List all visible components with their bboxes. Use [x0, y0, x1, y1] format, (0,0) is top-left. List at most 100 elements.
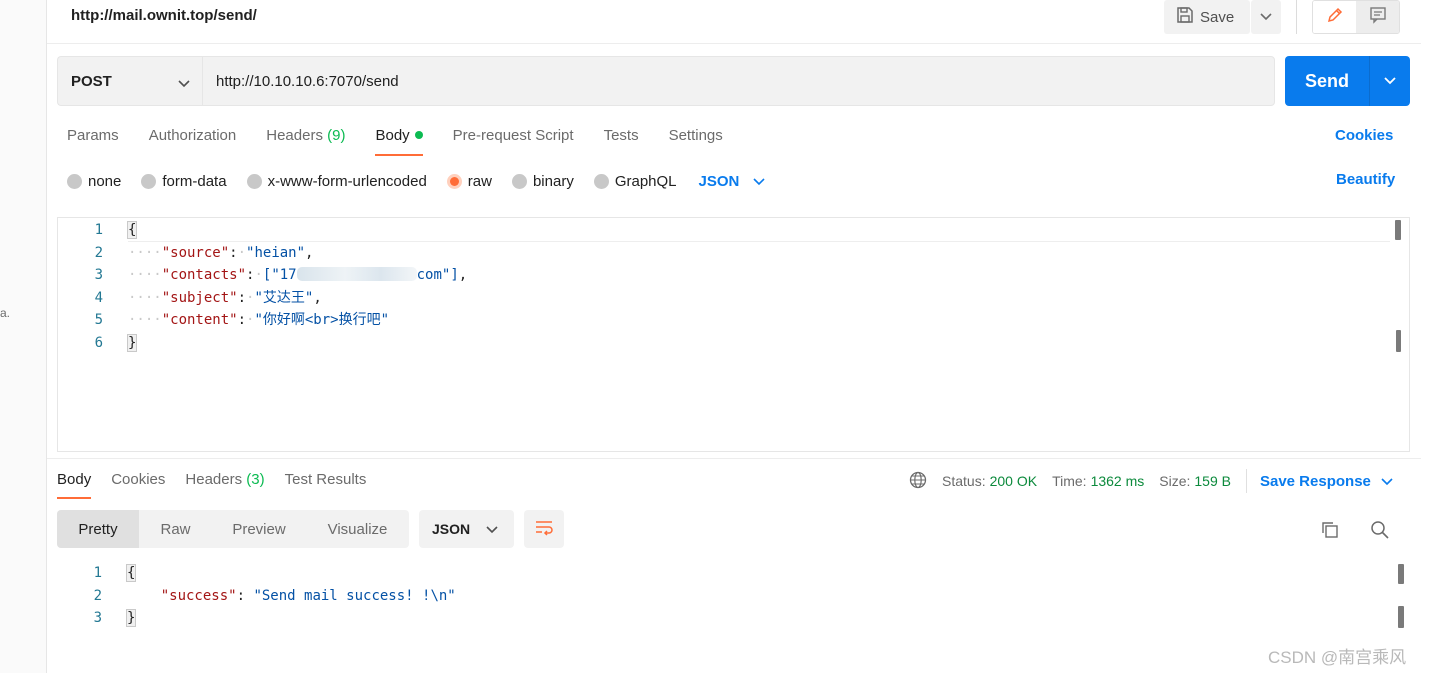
radio-label: x-www-form-urlencoded — [267, 172, 427, 190]
json-key: "content" — [161, 312, 238, 329]
comments-button[interactable] — [1356, 1, 1399, 33]
wrap-lines-button[interactable] — [524, 510, 564, 548]
radio-icon — [141, 173, 157, 189]
method-label: POST — [71, 72, 112, 90]
line-number: 3 — [94, 267, 103, 284]
tab-settings[interactable]: Settings — [669, 124, 723, 156]
response-tab-cookies[interactable]: Cookies — [111, 468, 165, 499]
size-label: Size: — [1159, 473, 1191, 489]
method-select[interactable]: POST — [57, 56, 202, 106]
response-language-select[interactable]: JSON — [419, 510, 514, 548]
save-options-button[interactable] — [1251, 0, 1281, 34]
tab-label: Body — [57, 471, 92, 488]
code-line: 2 ····"source":·"heian", — [58, 242, 1388, 265]
save-button[interactable]: Save — [1164, 0, 1250, 34]
tab-tests[interactable]: Tests — [604, 124, 639, 156]
view-preview[interactable]: Preview — [212, 510, 306, 548]
save-response-button[interactable]: Save Response — [1260, 473, 1393, 490]
json-value: "艾达王" — [254, 289, 314, 306]
tab-label: Settings — [668, 127, 723, 144]
comment-icon — [1369, 6, 1387, 29]
code-token: } — [125, 609, 137, 628]
save-response-label: Save Response — [1259, 472, 1371, 490]
tab-label: Headers — [266, 127, 323, 144]
search-icon[interactable] — [1370, 520, 1390, 545]
radio-checked-icon — [446, 173, 462, 189]
sidebar-text-fragment: a. — [0, 306, 11, 320]
view-raw[interactable]: Raw — [139, 510, 212, 548]
time-value[interactable]: 1362 ms — [1091, 473, 1145, 489]
response-tab-headers[interactable]: Headers (3) — [185, 468, 264, 499]
code-token: } — [126, 333, 138, 352]
save-button-label: Save — [1200, 8, 1235, 26]
code-token: { — [126, 221, 138, 239]
scrollbar-thumb[interactable] — [1398, 564, 1404, 584]
scrollbar-thumb[interactable] — [1395, 220, 1401, 240]
body-type-raw[interactable]: raw — [446, 172, 492, 190]
json-key: "source" — [161, 244, 230, 261]
line-number: 5 — [94, 312, 103, 329]
send-options-button[interactable] — [1369, 56, 1410, 106]
line-number: 2 — [93, 587, 102, 604]
radio-icon — [511, 173, 527, 189]
response-tab-body[interactable]: Body — [57, 468, 92, 499]
line-number: 1 — [94, 222, 103, 238]
sidebar-gutter: a. — [0, 0, 47, 673]
response-tab-test-results[interactable]: Test Results — [285, 468, 367, 499]
tab-params[interactable]: Params — [67, 124, 119, 156]
line-number: 2 — [94, 244, 103, 261]
send-button[interactable]: Send — [1285, 56, 1369, 106]
chevron-down-icon — [1384, 72, 1396, 90]
watermark: CSDN @南宫乘风 — [1268, 648, 1407, 667]
request-code: 1{ 2 ····"source":·"heian", 3 ····"contact… — [58, 219, 1388, 355]
tab-label: Body — [375, 127, 410, 144]
body-type-none[interactable]: none — [67, 173, 121, 190]
body-language-select[interactable]: JSON — [699, 173, 766, 190]
copy-icon[interactable] — [1320, 520, 1340, 545]
code-line: 3 ····"contacts":·["17 com"], — [58, 264, 1388, 287]
line-number: 1 — [93, 565, 102, 581]
tab-label: Test Results — [284, 471, 367, 488]
cookies-link[interactable]: Cookies — [1335, 127, 1393, 144]
wrap-lines-icon — [534, 518, 554, 541]
tab-authorization[interactable]: Authorization — [149, 124, 237, 156]
tab-pre-request-script[interactable]: Pre-request Script — [453, 124, 574, 156]
tab-headers[interactable]: Headers (9) — [266, 124, 345, 156]
code-line: 1{ — [57, 562, 1387, 585]
radio-label: form-data — [162, 172, 227, 190]
request-title[interactable]: http://mail.ownit.top/send/ — [71, 7, 257, 24]
globe-icon[interactable] — [909, 471, 927, 492]
url-input[interactable] — [202, 56, 1275, 106]
code-line: 1{ — [58, 219, 1388, 242]
code-line: 3} — [57, 607, 1387, 630]
status-value[interactable]: 200 OK — [990, 473, 1037, 489]
radio-label: none — [88, 172, 122, 190]
code-line: 6} — [58, 332, 1388, 355]
size-value[interactable]: 159 B — [1194, 473, 1231, 489]
response-body-viewer[interactable]: 1{ 2 "success": "Send mail success! !\n"… — [57, 562, 1387, 630]
body-type-binary[interactable]: binary — [511, 173, 574, 190]
tab-body[interactable]: Body — [375, 124, 423, 156]
body-type-graphql[interactable]: GraphQL — [593, 173, 677, 190]
scrollbar-marker — [1396, 330, 1401, 352]
code-line: 4 ····"subject":·"艾达王", — [58, 287, 1388, 310]
line-number: 3 — [93, 610, 102, 627]
divider — [47, 458, 1421, 459]
pencil-icon — [1326, 6, 1344, 29]
radio-label: raw — [467, 172, 492, 190]
chevron-down-icon — [1381, 473, 1393, 490]
chevron-down-icon — [753, 173, 765, 190]
json-value: com"] — [416, 267, 459, 284]
time-label: Time: — [1052, 473, 1087, 489]
request-body-editor[interactable]: 1{ 2 ····"source":·"heian", 3 ····"contact… — [57, 217, 1410, 452]
request-workspace: http://mail.ownit.top/send/ Save POST ht… — [47, 0, 1421, 673]
chevron-down-icon — [178, 75, 190, 92]
edit-mode-button[interactable] — [1313, 1, 1356, 33]
tab-count: (9) — [327, 127, 346, 144]
beautify-button[interactable]: Beautify — [1336, 171, 1395, 188]
body-type-form-data[interactable]: form-data — [141, 172, 227, 190]
view-visualize[interactable]: Visualize — [306, 510, 409, 548]
body-type-urlencoded[interactable]: x-www-form-urlencoded — [246, 172, 427, 190]
view-pretty[interactable]: Pretty — [57, 510, 139, 548]
request-tabs: Params Authorization Headers (9) Body Pr… — [67, 124, 753, 156]
